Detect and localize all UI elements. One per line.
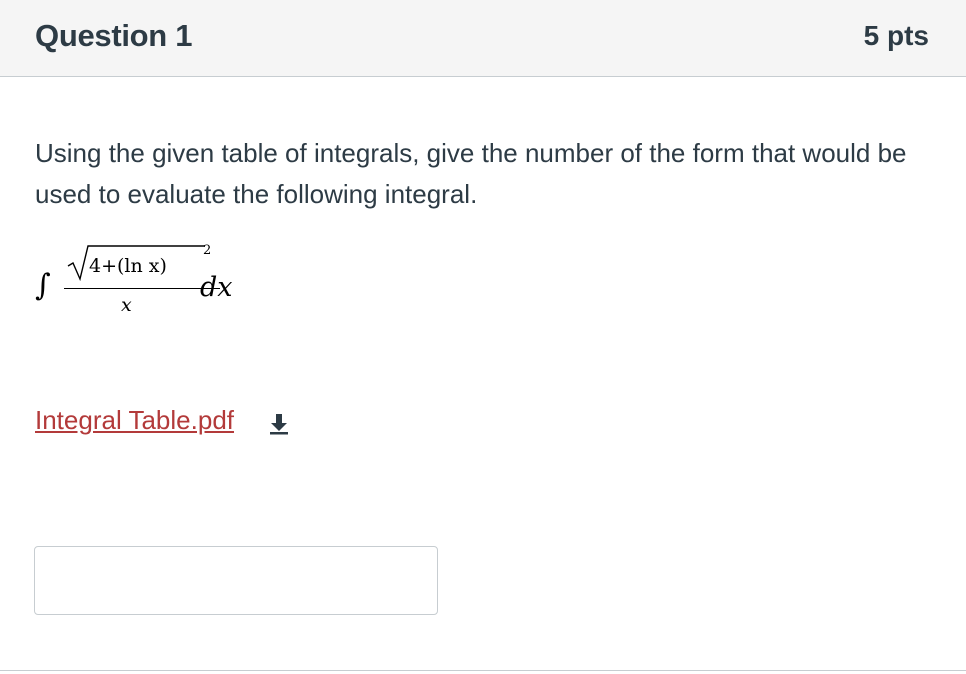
differential-text: dx — [200, 272, 233, 303]
exponent-text: 2 — [203, 243, 212, 258]
question-points: 5 pts — [863, 20, 929, 51]
integral-expression: ∫ 4+(ln x) 2 x dx — [35, 238, 295, 328]
answer-input[interactable] — [34, 546, 438, 615]
question-text: Using the given table of integrals, give… — [35, 138, 907, 209]
integral-table-link[interactable]: Integral Table.pdf — [35, 405, 234, 436]
integral-sign: ∫ — [35, 268, 51, 303]
download-icon[interactable] — [267, 412, 291, 436]
question-header: Question 1 5 pts — [0, 0, 966, 77]
fraction-bar — [64, 288, 220, 289]
fraction-denominator: x — [121, 294, 132, 316]
question-card: Question 1 5 pts Using the given table o… — [0, 0, 966, 674]
bottom-divider — [0, 670, 966, 671]
question-title: Question 1 — [35, 18, 193, 53]
radicand-text: 4+(ln x) — [89, 255, 167, 277]
